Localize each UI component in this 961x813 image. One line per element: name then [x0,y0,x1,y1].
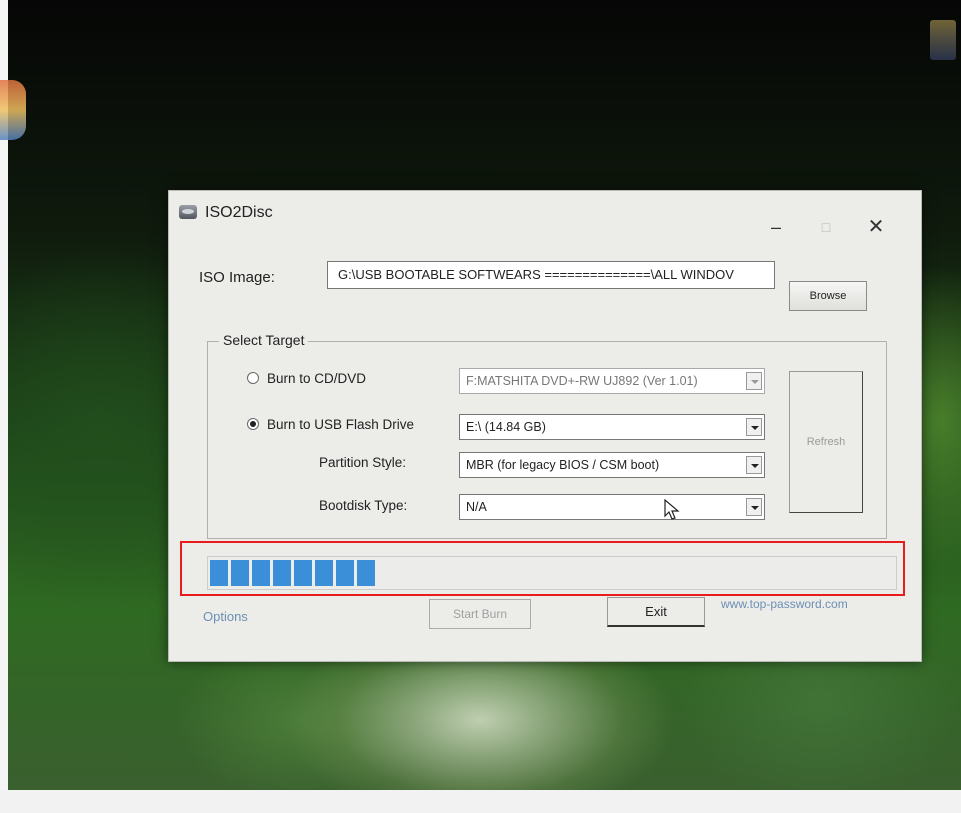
exit-button[interactable]: Exit [607,597,705,627]
options-link[interactable]: Options [203,609,248,624]
photo-border-bottom [0,790,961,813]
cd-drive-value: F:MATSHITA DVD+-RW UJ892 (Ver 1.01) [466,374,698,388]
burn-usb-label[interactable]: Burn to USB Flash Drive [267,417,414,432]
refresh-button[interactable]: Refresh [789,371,863,513]
desktop-shortcut-icon[interactable] [0,80,26,140]
browse-button[interactable]: Browse [789,281,867,311]
bootdisk-type-label: Bootdisk Type: [319,498,408,513]
bootdisk-type-select[interactable]: N/A [459,494,765,520]
title-bar[interactable]: ISO2Disc – □ ✕ [169,191,921,239]
maximize-button[interactable]: □ [809,216,843,238]
burn-usb-radio[interactable] [247,418,259,430]
burn-cd-label[interactable]: Burn to CD/DVD [267,371,366,386]
partition-style-value: MBR (for legacy BIOS / CSM boot) [466,458,660,472]
partition-style-select[interactable]: MBR (for legacy BIOS / CSM boot) [459,452,765,478]
iso-image-path-field[interactable]: G:\USB BOOTABLE SOFTWEARS ==============… [327,261,775,289]
partition-style-label: Partition Style: [319,455,407,470]
minimize-button[interactable]: – [759,216,793,238]
website-link[interactable]: www.top-password.com [721,597,848,611]
usb-drive-value: E:\ (14.84 GB) [466,420,546,434]
iso2disc-app-icon [179,205,197,219]
start-burn-button[interactable]: Start Burn [429,599,531,629]
chevron-down-icon[interactable] [746,372,762,390]
cd-drive-select[interactable]: F:MATSHITA DVD+-RW UJ892 (Ver 1.01) [459,368,765,394]
chevron-down-icon[interactable] [746,418,762,436]
chevron-down-icon[interactable] [746,456,762,474]
mouse-cursor-icon [664,499,680,520]
window-title: ISO2Disc [205,204,273,221]
progress-highlight-annotation [180,541,905,596]
burn-cd-radio[interactable] [247,372,259,384]
chevron-down-icon[interactable] [746,498,762,516]
iso-image-label: ISO Image: [199,269,275,286]
usb-drive-select[interactable]: E:\ (14.84 GB) [459,414,765,440]
select-target-title: Select Target [219,332,309,348]
bootdisk-type-value: N/A [466,500,487,514]
close-button[interactable]: ✕ [859,216,893,238]
desktop-shortcut-icon-right[interactable] [930,20,956,60]
